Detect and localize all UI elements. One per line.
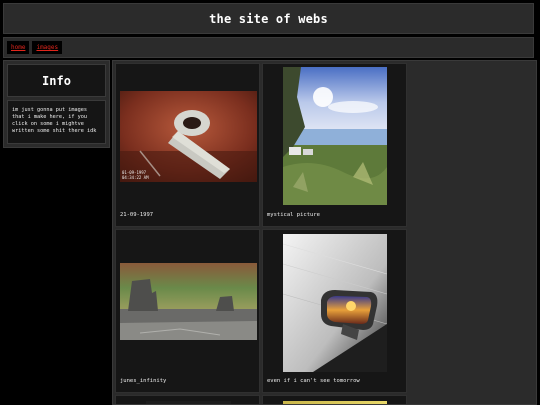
gallery-card[interactable]: even if i can't see tomorrow: [262, 229, 407, 393]
image-caption: junes_infinity: [120, 378, 167, 384]
gallery-card[interactable]: junes_infinity: [115, 229, 260, 393]
gallery-card[interactable]: [262, 395, 407, 404]
image-caption: mystical picture: [267, 212, 320, 218]
lake-landscape-image[interactable]: [283, 67, 387, 205]
svg-text:04:34:22 AM: 04:34:22 AM: [122, 175, 149, 180]
nav-link-images[interactable]: images: [32, 41, 63, 54]
nav-link-home[interactable]: home: [7, 41, 30, 54]
gallery-card[interactable]: 01-09-1997 04:34:22 AM 21-09-1997: [115, 63, 260, 227]
nav-bar: home images: [3, 37, 534, 58]
image-caption: even if i can't see tomorrow: [267, 378, 360, 384]
gallery-image[interactable]: [283, 401, 387, 404]
site-header: the site of webs: [3, 3, 534, 34]
gallery-card[interactable]: [115, 395, 260, 404]
car-mirror-sunset-image[interactable]: [283, 234, 387, 372]
image-caption: 21-09-1997: [120, 212, 154, 218]
site-title: the site of webs: [209, 11, 328, 26]
gallery: 01-09-1997 04:34:22 AM 21-09-1997 mystic…: [112, 60, 537, 405]
info-sidebar: Info im just gonna put images that i mak…: [3, 60, 110, 148]
gallery-image[interactable]: [146, 401, 231, 404]
vhs-pipe-image[interactable]: 01-09-1997 04:34:22 AM: [120, 91, 257, 182]
desert-buttes-image[interactable]: [120, 263, 257, 340]
info-title: Info: [7, 64, 106, 97]
gallery-card[interactable]: mystical picture: [262, 63, 407, 227]
info-text: im just gonna put images that i make her…: [7, 100, 106, 144]
